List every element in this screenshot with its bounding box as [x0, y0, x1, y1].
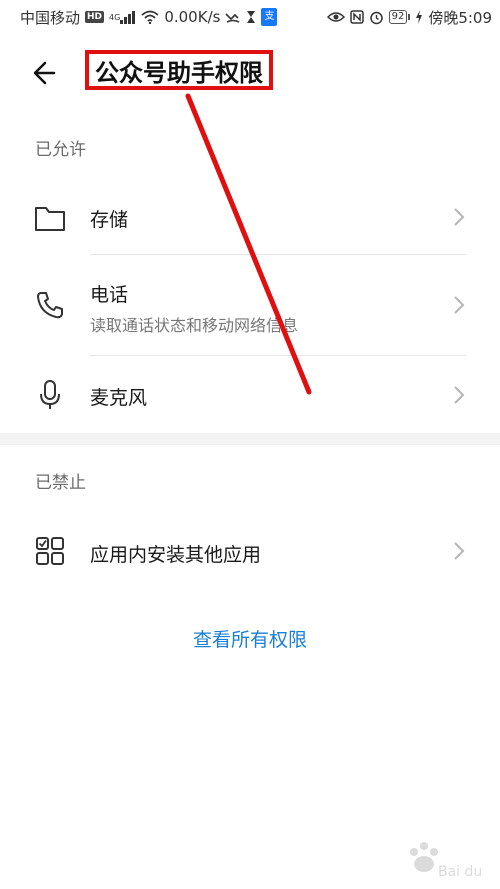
eye-icon: [326, 11, 345, 23]
permission-title: 存储: [90, 209, 129, 231]
permission-title: 应用内安装其他应用: [90, 544, 262, 566]
nfc-icon: [349, 10, 364, 24]
charging-icon: [415, 10, 423, 24]
permission-row-storage[interactable]: 存储: [0, 186, 500, 252]
missed-call-icon: [225, 10, 241, 24]
svg-text:Bai du: Bai du: [438, 864, 482, 880]
permission-title: 电话: [90, 284, 129, 306]
back-button[interactable]: [28, 54, 68, 94]
wifi-icon: [141, 10, 159, 24]
permission-row-install-apps[interactable]: 应用内安装其他应用: [0, 516, 500, 588]
microphone-icon: [33, 378, 67, 412]
signal-icon: 4G: [109, 10, 136, 24]
folder-icon: [33, 201, 67, 235]
clock: 傍晚5:09: [428, 8, 492, 27]
alipay-icon: 支: [261, 8, 278, 26]
chevron-right-icon: [454, 208, 465, 226]
net-speed: 0.00K/s: [164, 8, 221, 26]
carrier-label: 中国移动: [20, 8, 81, 27]
status-bar: 中国移动 HD 4G 0.00K/s 支 92 傍晚5:09: [0, 0, 500, 34]
status-left: 中国移动 HD 4G 0.00K/s 支: [20, 7, 278, 28]
title-highlight-box: 公众号助手权限: [85, 50, 273, 90]
baidu-watermark-logo: Bai du: [410, 842, 482, 880]
network-type: 4G: [109, 12, 121, 22]
chevron-right-icon: [454, 296, 465, 314]
permission-subtitle: 读取通话状态和移动网络信息: [90, 316, 299, 335]
permission-row-phone[interactable]: 电话 读取通话状态和移动网络信息: [0, 256, 500, 354]
page-title: 公众号助手权限: [95, 58, 263, 87]
hourglass-icon: [246, 10, 256, 24]
permission-row-microphone[interactable]: 麦克风: [0, 358, 500, 430]
section-label-denied: 已禁止: [35, 473, 86, 493]
chevron-right-icon: [454, 386, 465, 404]
app-grid-icon: [33, 534, 67, 568]
header: 公众号助手权限: [0, 40, 500, 110]
permission-title: 麦克风: [90, 387, 148, 409]
back-arrow-icon: [33, 61, 56, 85]
divider: [90, 355, 466, 356]
section-separator: [0, 433, 500, 445]
chevron-right-icon: [454, 542, 465, 560]
divider: [90, 254, 466, 255]
hd-icon: HD: [85, 11, 105, 23]
section-label-allowed: 已允许: [35, 140, 86, 160]
phone-icon: [33, 288, 67, 322]
view-all-permissions-link[interactable]: 查看所有权限: [0, 625, 500, 652]
battery-icon: 92: [388, 10, 411, 24]
status-right: 92 傍晚5:09: [326, 7, 492, 28]
battery-level: 92: [388, 10, 408, 24]
alarm-icon: [369, 10, 384, 25]
